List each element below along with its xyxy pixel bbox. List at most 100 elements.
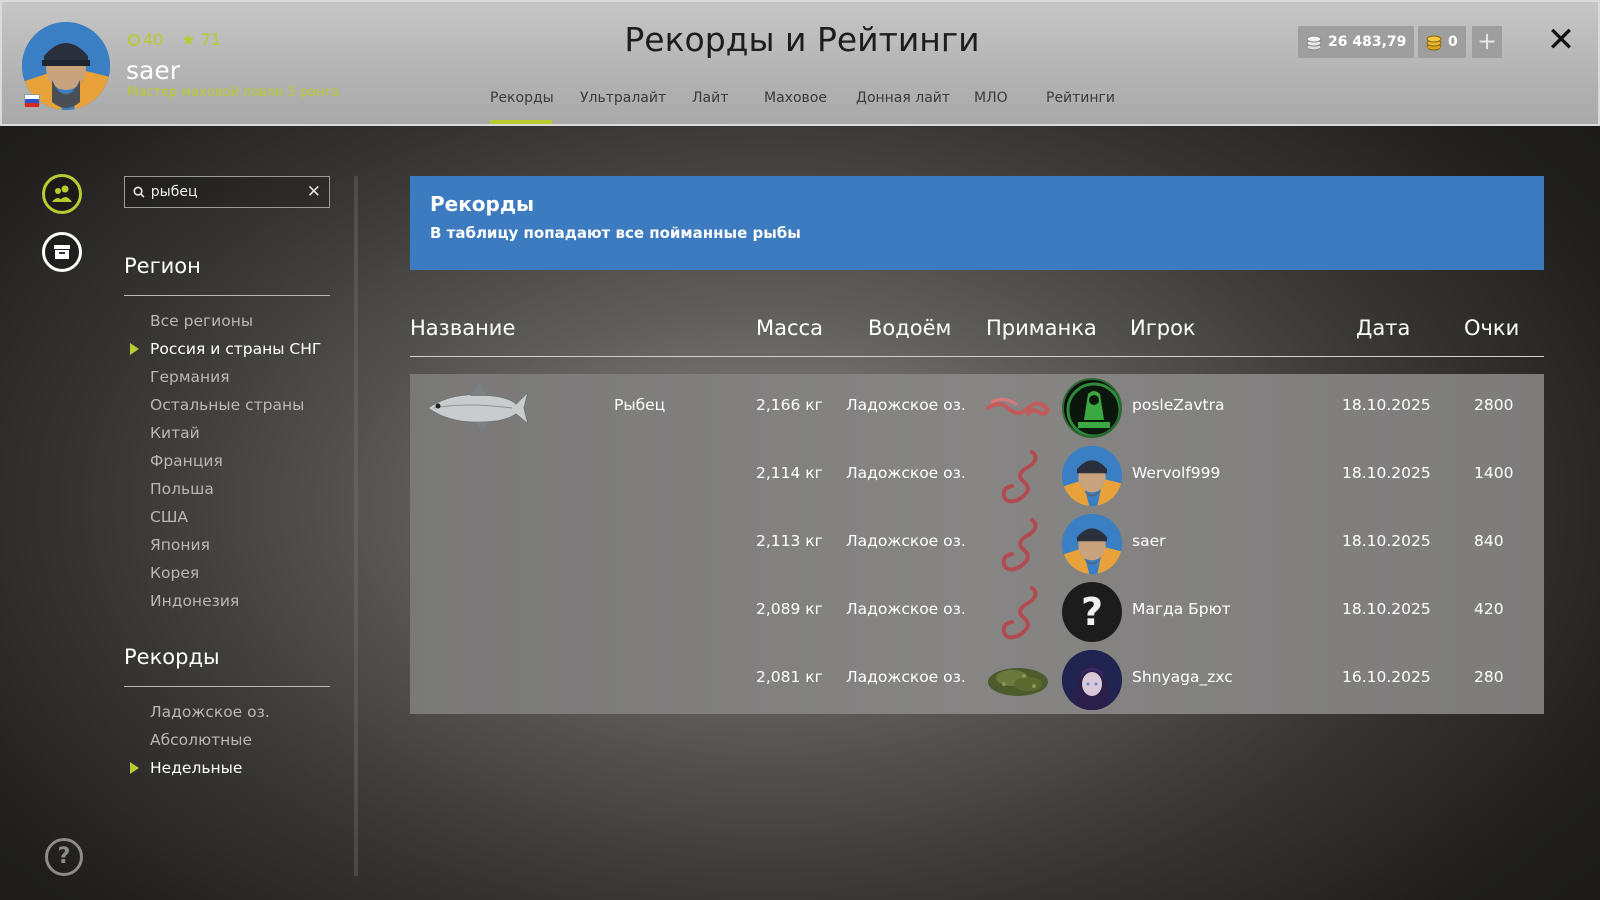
- row-mass: 2,166 кг: [756, 396, 823, 414]
- column-points[interactable]: Очки: [1464, 316, 1519, 340]
- country-flag-icon: [24, 94, 40, 107]
- region-divider: [124, 295, 330, 296]
- gold-balance: 0: [1418, 26, 1466, 58]
- region-item[interactable]: Япония: [150, 531, 321, 559]
- region-item[interactable]: Китай: [150, 419, 321, 447]
- row-water: Ладожское оз.: [846, 396, 966, 414]
- records-item[interactable]: Абсолютные: [150, 726, 270, 754]
- sidebar-divider: [354, 176, 358, 876]
- player-avatar-fisherman[interactable]: [1062, 446, 1122, 506]
- table-row[interactable]: 2,113 кг Ладожское оз. saer 18.10.2025 8…: [410, 510, 1544, 578]
- archive-button[interactable]: [42, 232, 82, 272]
- tab-ultralight[interactable]: Ультралайт: [580, 90, 666, 106]
- tab-light[interactable]: Лайт: [692, 90, 728, 106]
- region-item[interactable]: США: [150, 503, 321, 531]
- row-points: 1400: [1474, 464, 1514, 482]
- worm-bait-icon: [986, 397, 1051, 416]
- active-tab-indicator: [490, 120, 552, 124]
- row-player[interactable]: saer: [1132, 532, 1165, 550]
- question-mark-icon: ?: [1080, 590, 1104, 634]
- row-date: 18.10.2025: [1342, 464, 1431, 482]
- player-stats: 40 ★ 71: [128, 30, 221, 49]
- region-item[interactable]: Корея: [150, 559, 321, 587]
- records-list: Ладожское оз. Абсолютные Недельные: [130, 698, 270, 782]
- player-avatar-unknown[interactable]: ?: [1062, 582, 1122, 642]
- row-points: 840: [1474, 532, 1504, 550]
- row-points: 280: [1474, 668, 1504, 686]
- archive-icon: [54, 245, 70, 259]
- region-item[interactable]: Польша: [150, 475, 321, 503]
- player-avatar-logo[interactable]: [1062, 378, 1122, 438]
- row-water: Ладожское оз.: [846, 464, 966, 482]
- star-icon: ★: [181, 30, 196, 49]
- info-banner: Рекорды В таблицу попадают все пойманные…: [410, 176, 1544, 270]
- banner-subtitle: В таблицу попадают все пойманные рыбы: [430, 224, 801, 242]
- player-avatar-anime[interactable]: [1062, 650, 1122, 710]
- tab-bottom-light[interactable]: Донная лайт: [856, 90, 950, 106]
- groundbait-icon: [988, 668, 1048, 696]
- column-mass[interactable]: Масса: [756, 316, 823, 340]
- region-item[interactable]: Остальные страны: [150, 391, 321, 419]
- row-player[interactable]: Магда Брют: [1132, 600, 1231, 618]
- row-player[interactable]: Shnyaga_zxc: [1132, 668, 1233, 686]
- column-date[interactable]: Дата: [1356, 316, 1410, 340]
- region-item[interactable]: Франция: [150, 447, 321, 475]
- column-bait[interactable]: Приманка: [986, 316, 1097, 340]
- people-icon: [52, 185, 72, 202]
- search-input[interactable]: [150, 184, 301, 200]
- row-points: 420: [1474, 600, 1504, 618]
- top-header: 40 ★ 71 saer Мастер маховой ловли 5 ранг…: [0, 0, 1600, 126]
- row-mass: 2,114 кг: [756, 464, 823, 482]
- table-row[interactable]: 2,166 кг Ладожское оз. posleZavtra 18.10…: [410, 374, 1544, 442]
- row-water: Ладожское оз.: [846, 600, 966, 618]
- player-rank: Мастер маховой ловли 5 ранга: [127, 85, 340, 100]
- gold-amount: 0: [1448, 34, 1458, 50]
- region-list: Все регионы Россия и страны СНГ Германия…: [129, 307, 321, 615]
- add-currency-button[interactable]: +: [1472, 26, 1502, 58]
- region-item[interactable]: Индонезия: [150, 587, 321, 615]
- row-player[interactable]: posleZavtra: [1132, 396, 1224, 414]
- stars-indicator: ★ 71: [181, 30, 222, 49]
- community-button[interactable]: [42, 174, 82, 214]
- region-section-title: Регион: [124, 254, 201, 278]
- worm-bait-icon: [1001, 518, 1038, 572]
- player-avatar-fisherman[interactable]: [1062, 514, 1122, 574]
- level-indicator: 40: [128, 30, 163, 49]
- row-mass: 2,113 кг: [756, 532, 823, 550]
- search-box: ✕: [124, 176, 330, 208]
- table-row[interactable]: 2,114 кг Ладожское оз. Wervolf999 18.10.…: [410, 442, 1544, 510]
- clear-search-icon[interactable]: ✕: [307, 182, 321, 202]
- table-row[interactable]: 2,081 кг Ладожское оз. Shnyaga_zxc 16.10…: [410, 646, 1544, 714]
- silver-balance: 26 483,79: [1298, 26, 1415, 58]
- row-water: Ладожское оз.: [846, 532, 966, 550]
- silver-amount: 26 483,79: [1328, 34, 1407, 50]
- records-item[interactable]: Ладожское оз.: [150, 698, 270, 726]
- region-item[interactable]: Все регионы: [150, 307, 321, 335]
- records-table: Рыбец 2,166 кг Ладожское оз. posleZavtra…: [410, 374, 1544, 714]
- worm-bait-icon: [1001, 450, 1038, 504]
- region-item-active[interactable]: Россия и страны СНГ: [129, 335, 321, 363]
- records-section-title: Рекорды: [124, 645, 220, 669]
- records-divider: [124, 686, 330, 687]
- row-date: 18.10.2025: [1342, 396, 1431, 414]
- close-button[interactable]: ✕: [1546, 23, 1576, 58]
- search-icon: [133, 186, 145, 198]
- column-name[interactable]: Название: [410, 316, 515, 340]
- row-water: Ладожское оз.: [846, 668, 966, 686]
- column-water[interactable]: Водоём: [868, 316, 951, 340]
- column-player[interactable]: Игрок: [1130, 316, 1196, 340]
- banner-title: Рекорды: [430, 192, 535, 216]
- row-player[interactable]: Wervolf999: [1132, 464, 1220, 482]
- tab-mlo[interactable]: МЛО: [974, 90, 1008, 106]
- tab-records[interactable]: Рекорды: [490, 90, 554, 106]
- tab-ratings[interactable]: Рейтинги: [1046, 90, 1115, 106]
- help-button[interactable]: ?: [45, 838, 83, 876]
- table-row[interactable]: 2,089 кг Ладожское оз. ? Магда Брют 18.1…: [410, 578, 1544, 646]
- row-date: 18.10.2025: [1342, 600, 1431, 618]
- silver-coin-icon: [1306, 35, 1322, 51]
- records-item-active[interactable]: Недельные: [130, 754, 270, 782]
- level-icon: [128, 34, 140, 46]
- page-title: Рекорды и Рейтинги: [624, 20, 980, 59]
- tab-float[interactable]: Маховое: [764, 90, 827, 106]
- region-item[interactable]: Германия: [150, 363, 321, 391]
